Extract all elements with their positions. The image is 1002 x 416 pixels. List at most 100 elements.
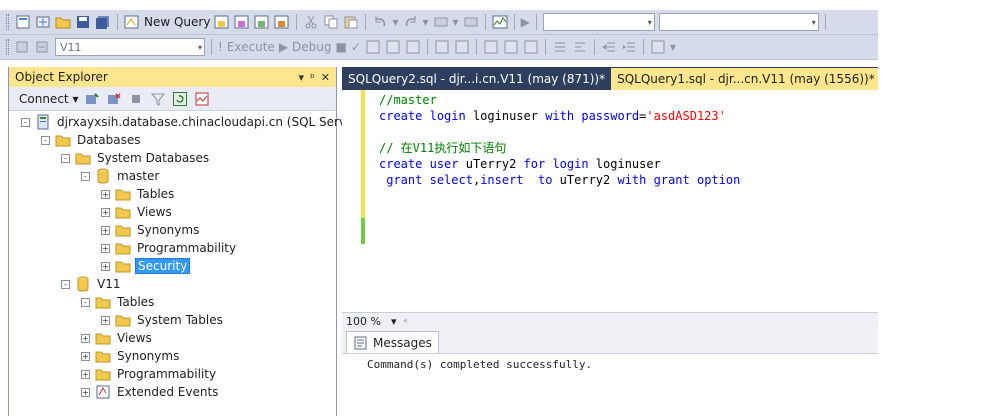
saved-change-bar <box>361 218 365 244</box>
tree-node[interactable]: + System Tables <box>9 311 336 329</box>
tree-node[interactable]: + Programmability <box>9 239 336 257</box>
window-position-dropdown[interactable]: ▾ <box>299 71 305 84</box>
save-all-icon[interactable] <box>95 14 111 30</box>
tree-node[interactable]: - Databases <box>9 131 336 149</box>
sql-text: loginuser <box>465 109 546 123</box>
document-tab[interactable]: SQLQuery1.sql - djr...cn.V11 (may (1556)… <box>611 68 898 90</box>
redo-dropdown[interactable]: ▾ <box>423 15 429 29</box>
toolbar-overflow[interactable]: ▾ <box>670 40 676 54</box>
debug-button[interactable]: Debug <box>292 40 331 54</box>
expand-toggle[interactable]: + <box>101 207 110 217</box>
add-item-icon[interactable] <box>35 14 51 30</box>
expand-toggle[interactable]: + <box>101 189 110 199</box>
collapse-toggle[interactable]: - <box>61 279 70 289</box>
cut-icon[interactable] <box>303 14 319 30</box>
decrease-indent-icon[interactable] <box>601 39 617 55</box>
activity-monitor-small-icon[interactable] <box>194 91 210 107</box>
tree-node[interactable]: + Security <box>9 257 336 275</box>
expand-toggle[interactable]: + <box>101 315 110 325</box>
tree-node[interactable]: + Programmability <box>9 365 336 383</box>
expand-toggle[interactable]: + <box>81 333 90 343</box>
collapse-toggle[interactable]: - <box>41 135 50 145</box>
comment-lines-icon[interactable] <box>552 39 568 55</box>
new-query-icon[interactable] <box>124 14 140 30</box>
change-connection-icon[interactable] <box>35 39 51 55</box>
zoom-combo[interactable]: 100 % ▾ <box>346 315 396 328</box>
include-client-stats-icon[interactable] <box>454 39 470 55</box>
tree-node[interactable]: + Synonyms <box>9 347 336 365</box>
tree-node[interactable]: - V11 <box>9 275 336 293</box>
parse-icon[interactable]: ✓ <box>351 40 361 54</box>
pin-icon[interactable]: ᵖ <box>310 71 315 84</box>
paste-icon[interactable] <box>343 14 359 30</box>
activity-monitor-icon[interactable] <box>492 14 508 30</box>
messages-tab[interactable]: Messages <box>346 331 439 353</box>
undo-dropdown[interactable]: ▾ <box>392 15 398 29</box>
results-to-file-icon[interactable] <box>523 39 539 55</box>
start-debug-icon[interactable]: ▶ <box>521 15 530 29</box>
database-engine-query-icon[interactable] <box>214 14 230 30</box>
execute-button[interactable]: Execute <box>227 40 275 54</box>
tree-node[interactable]: - master <box>9 167 336 185</box>
toolbar-grip[interactable] <box>6 14 9 30</box>
display-estimated-plan-icon[interactable] <box>365 39 381 55</box>
expand-toggle[interactable]: + <box>81 369 90 379</box>
new-query-button[interactable]: New Query <box>144 15 210 29</box>
expand-toggle[interactable]: + <box>101 243 110 253</box>
open-folder-icon[interactable] <box>55 14 71 30</box>
tree-node[interactable]: + Views <box>9 329 336 347</box>
filter-icon[interactable] <box>150 91 166 107</box>
expand-toggle[interactable]: + <box>81 351 90 361</box>
document-tab[interactable]: SQLQuery2.sql - djr...i.cn.V11 (may (871… <box>342 68 611 90</box>
navigate-forward-icon[interactable] <box>463 14 479 30</box>
new-project-icon[interactable] <box>15 14 31 30</box>
expand-toggle[interactable]: + <box>101 261 110 271</box>
navigate-backward-icon[interactable] <box>433 14 449 30</box>
expand-toggle[interactable]: + <box>101 225 110 235</box>
dmx-query-icon[interactable] <box>254 14 270 30</box>
sql-string: 'asdASD123' <box>646 109 726 123</box>
xmla-query-icon[interactable] <box>274 14 290 30</box>
solution-configurations-combo[interactable]: ▾ <box>542 13 655 31</box>
tree-node[interactable]: - Tables <box>9 293 336 311</box>
tree-node[interactable]: + Tables <box>9 185 336 203</box>
find-combo[interactable]: ▾ <box>658 13 819 31</box>
save-icon[interactable] <box>75 14 91 30</box>
include-actual-plan-icon[interactable] <box>434 39 450 55</box>
stop-icon[interactable] <box>128 91 144 107</box>
collapse-toggle[interactable]: - <box>21 117 30 127</box>
undo-icon[interactable] <box>372 14 388 30</box>
tree-node[interactable]: + Views <box>9 203 336 221</box>
redo-icon[interactable] <box>403 14 419 30</box>
collapse-toggle[interactable]: - <box>61 153 70 163</box>
refresh-icon[interactable] <box>172 91 188 107</box>
query-editor[interactable]: //master create login loginuser with pass… <box>342 90 878 312</box>
query-options-icon[interactable] <box>385 39 401 55</box>
collapse-toggle[interactable]: - <box>81 297 90 307</box>
tree-node[interactable]: + Synonyms <box>9 221 336 239</box>
uncomment-lines-icon[interactable] <box>572 39 588 55</box>
tree-node[interactable]: - djrxayxsih.database.chinacloudapi.cn (S… <box>9 113 389 131</box>
available-databases-combo[interactable]: V11 ▾ <box>55 38 205 56</box>
tree-node[interactable]: - System Databases <box>9 149 336 167</box>
expand-toggle[interactable]: + <box>81 387 90 397</box>
navigate-dropdown[interactable]: ▾ <box>453 15 459 29</box>
intellisense-icon[interactable] <box>405 39 421 55</box>
copy-icon[interactable] <box>323 14 339 30</box>
analysis-query-icon[interactable] <box>234 14 250 30</box>
scroll-left-arrow[interactable]: ◂ <box>402 316 407 326</box>
collapse-toggle[interactable]: - <box>81 171 90 181</box>
toolbar-grip[interactable] <box>6 39 9 55</box>
cancel-query-icon[interactable]: ■ <box>336 40 347 54</box>
tree-node[interactable]: + Extended Events <box>9 383 336 401</box>
disconnect-icon[interactable] <box>106 91 122 107</box>
results-to-grid-icon[interactable] <box>503 39 519 55</box>
connect-button[interactable]: Connect ▾ <box>19 92 78 106</box>
close-icon[interactable]: ✕ <box>321 71 330 84</box>
specify-template-values-icon[interactable] <box>650 39 666 55</box>
toolbar-separator <box>211 39 212 55</box>
results-to-text-icon[interactable] <box>483 39 499 55</box>
connect-icon[interactable] <box>15 39 31 55</box>
increase-indent-icon[interactable] <box>621 39 637 55</box>
connect-object-explorer-icon[interactable] <box>84 91 100 107</box>
